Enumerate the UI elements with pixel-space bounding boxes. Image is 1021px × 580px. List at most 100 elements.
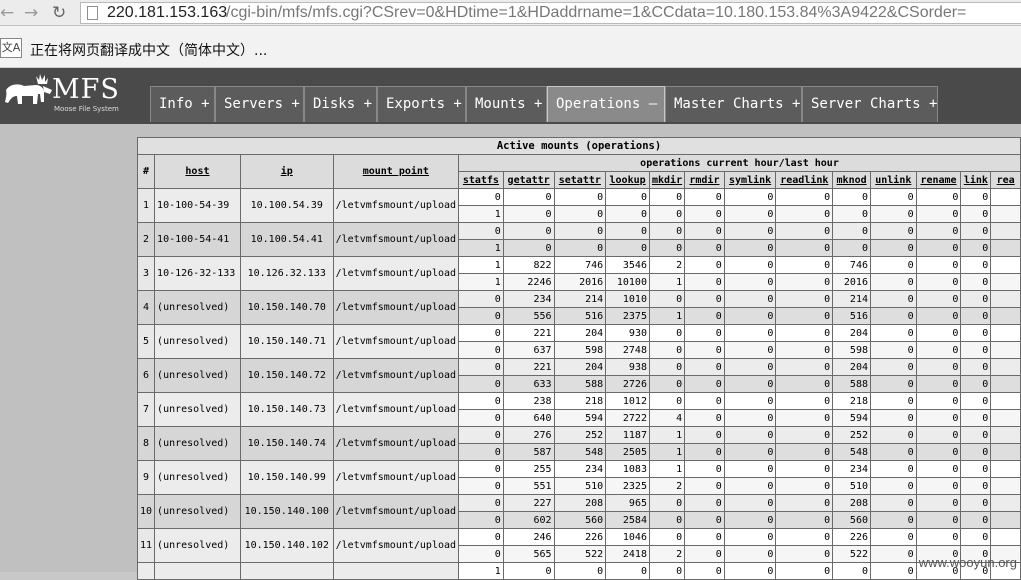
tab-servers[interactable]: Servers + — [215, 86, 304, 122]
tab-server-charts[interactable]: Server Charts + — [802, 86, 938, 122]
cell-value: 0 — [459, 359, 504, 376]
cell-value: 1010 — [606, 291, 650, 308]
col-op[interactable]: statfs — [459, 172, 504, 189]
cell-value: 0 — [916, 444, 961, 461]
table-row: 310-126-32-13310.126.32.133/letvmfsmount… — [138, 257, 1021, 274]
cell-value: 214 — [554, 291, 606, 308]
table-title: Active mounts (operations) — [138, 138, 1021, 155]
cell-value — [991, 495, 1021, 512]
cell-value — [991, 427, 1021, 444]
col-op[interactable]: setattr — [554, 172, 606, 189]
cell-value: 1 — [459, 257, 504, 274]
cell-value: 0 — [870, 512, 916, 529]
cell-value: 204 — [833, 325, 871, 342]
cell-value: 204 — [554, 325, 606, 342]
cell-empty — [138, 563, 155, 580]
cell-value: 565 — [503, 546, 554, 563]
cell-value: 0 — [459, 291, 504, 308]
cell-value: 0 — [685, 359, 725, 376]
cell-value: 0 — [833, 206, 871, 223]
cell-value: 2726 — [606, 376, 650, 393]
cell-value: 746 — [833, 257, 871, 274]
cell-value: 0 — [649, 206, 684, 223]
cell-value: 2246 — [503, 274, 554, 291]
cell-value: 0 — [961, 376, 991, 393]
col-op[interactable]: symlink — [724, 172, 776, 189]
col-op[interactable]: rename — [916, 172, 961, 189]
cell-value: 4 — [649, 410, 684, 427]
cell-value: 0 — [870, 546, 916, 563]
cell-value: 1 — [649, 308, 684, 325]
cell-value: 1 — [649, 461, 684, 478]
cell-mp: /letvmfsmount/upload — [333, 359, 458, 393]
col-op[interactable]: readlink — [776, 172, 833, 189]
table-row: 9(unresolved)10.150.140.99/letvmfsmount/… — [138, 461, 1021, 478]
cell-value: 234 — [554, 461, 606, 478]
cell-value: 0 — [961, 274, 991, 291]
col-op[interactable]: lookup — [606, 172, 650, 189]
ops-header: operations current hour/last hour — [459, 155, 1021, 172]
cell-value: 0 — [916, 376, 961, 393]
cell-value: 556 — [503, 308, 554, 325]
cell-value: 0 — [459, 308, 504, 325]
col-op[interactable]: rmdir — [685, 172, 725, 189]
cell-value: 0 — [724, 461, 776, 478]
cell-value: 0 — [724, 342, 776, 359]
cell-host: (unresolved) — [155, 359, 241, 393]
cell-value: 0 — [503, 240, 554, 257]
cell-value: 276 — [503, 427, 554, 444]
cell-value: 0 — [870, 444, 916, 461]
col-ip[interactable]: ip — [240, 155, 333, 189]
cell-value: 0 — [724, 410, 776, 427]
reload-icon[interactable]: ↻ — [52, 3, 66, 23]
tab-exports[interactable]: Exports + — [377, 86, 466, 122]
translate-icon[interactable]: 文A — [0, 38, 22, 58]
tab-operations[interactable]: Operations — — [547, 86, 665, 122]
cell-value: 0 — [649, 495, 684, 512]
url-field[interactable]: 220.181.153.163 /cgi-bin/mfs/mfs.cgi?CSr… — [80, 2, 1021, 24]
cell-value: 0 — [724, 359, 776, 376]
cell-host: (unresolved) — [155, 393, 241, 427]
cell-value: 0 — [649, 359, 684, 376]
tab-info[interactable]: Info + — [150, 86, 215, 122]
col-op[interactable]: getattr — [503, 172, 554, 189]
cell-host: (unresolved) — [155, 461, 241, 495]
col-op[interactable]: rea — [991, 172, 1021, 189]
cell-value: 1046 — [606, 529, 650, 546]
cell-value: 0 — [724, 325, 776, 342]
cell-value — [991, 478, 1021, 495]
col-op[interactable]: mknod — [833, 172, 871, 189]
cell-value: 0 — [961, 257, 991, 274]
cell-value: 0 — [685, 291, 725, 308]
table-row: 8(unresolved)10.150.140.74/letvmfsmount/… — [138, 427, 1021, 444]
cell-value: 204 — [833, 359, 871, 376]
cell-value: 1 — [649, 427, 684, 444]
forward-arrow-icon[interactable]: → — [24, 3, 38, 23]
cell-ip: 10.150.140.72 — [240, 359, 333, 393]
tab-master-charts[interactable]: Master Charts + — [665, 86, 802, 122]
table-row: 210-100-54-4110.100.54.41/letvmfsmount/u… — [138, 223, 1021, 240]
col-host[interactable]: host — [155, 155, 241, 189]
cell-value: 587 — [503, 444, 554, 461]
cell-value: 226 — [554, 529, 606, 546]
cell-value: 510 — [554, 478, 606, 495]
cell-value: 234 — [503, 291, 554, 308]
cell-value: 0 — [724, 257, 776, 274]
back-arrow-icon[interactable]: ← — [0, 3, 14, 23]
col-mount-point[interactable]: mount point — [333, 155, 458, 189]
cell-value: 0 — [685, 563, 725, 580]
cell-mp: /letvmfsmount/upload — [333, 189, 458, 223]
cell-value: 221 — [503, 325, 554, 342]
cell-value: 0 — [916, 393, 961, 410]
cell-value: 221 — [503, 359, 554, 376]
cell-value — [991, 189, 1021, 206]
col-op[interactable]: mkdir — [649, 172, 684, 189]
col-op[interactable]: unlink — [870, 172, 916, 189]
cell-value: 0 — [503, 206, 554, 223]
cell-value: 0 — [961, 325, 991, 342]
tab-disks[interactable]: Disks + — [304, 86, 377, 122]
col-op[interactable]: link — [961, 172, 991, 189]
tab-mounts[interactable]: Mounts + — [466, 86, 547, 122]
cell-value: 0 — [870, 206, 916, 223]
cell-value: 0 — [776, 393, 833, 410]
